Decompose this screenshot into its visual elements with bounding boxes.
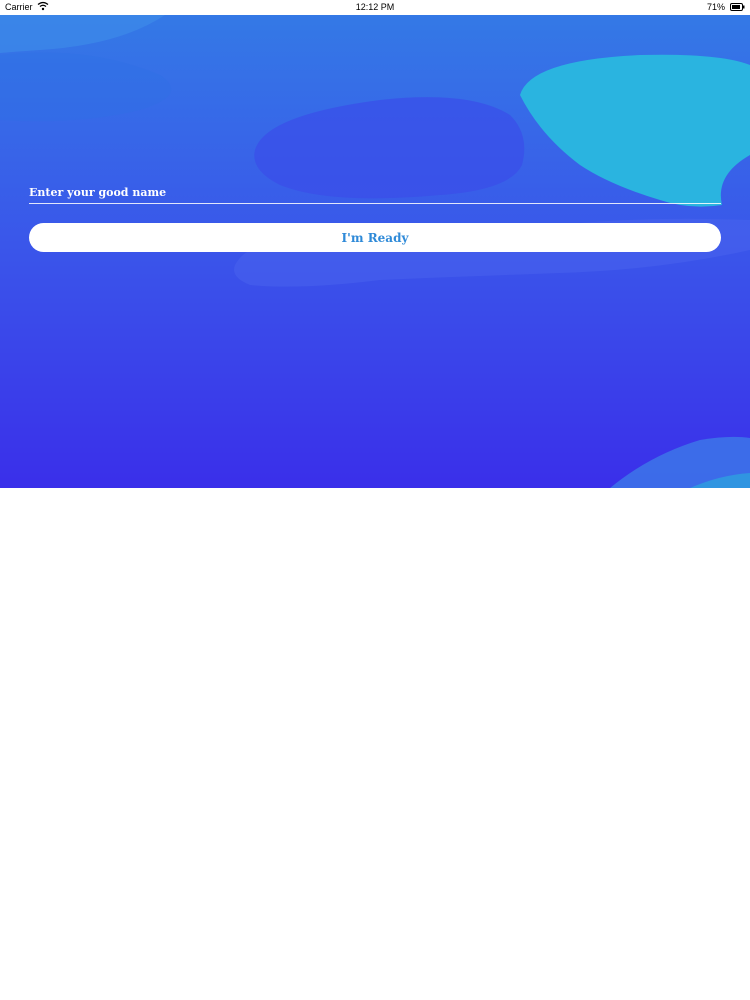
name-form: I'm Ready xyxy=(29,181,721,252)
status-bar: Carrier 12:12 PM 71% xyxy=(0,0,750,15)
battery-percent: 71% xyxy=(706,2,725,12)
name-input[interactable] xyxy=(29,181,721,203)
name-input-underline xyxy=(29,203,721,204)
ready-button[interactable]: I'm Ready xyxy=(29,223,721,252)
clock: 12:12 PM xyxy=(355,2,395,12)
hero-background: I'm Ready xyxy=(0,15,750,488)
battery-icon xyxy=(730,3,745,11)
